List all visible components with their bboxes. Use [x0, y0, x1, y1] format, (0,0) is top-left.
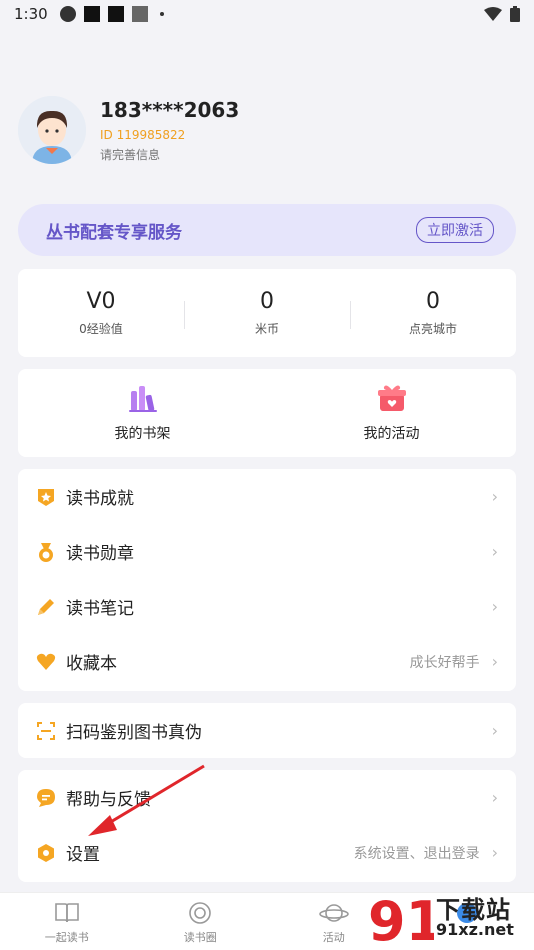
menu-list-scan: 扫码鉴别图书真伪 ›: [18, 703, 516, 758]
menu-label: 读书成就: [66, 489, 134, 509]
menu-item-favorites[interactable]: 收藏本 成长好帮手 ›: [18, 634, 516, 689]
battery-icon: [510, 6, 520, 22]
status-bar: 1:30: [0, 0, 534, 28]
nav-item-reading-circle[interactable]: 读书圈: [134, 893, 268, 950]
menu-label: 扫码鉴别图书真伪: [66, 723, 202, 743]
notification-icon: [131, 6, 148, 22]
menu-label: 设置: [66, 845, 100, 865]
stat-coins[interactable]: 0 米币: [184, 289, 350, 337]
heart-icon: [36, 652, 56, 672]
badge-icon: [36, 487, 56, 507]
nav-label: 读书圈: [183, 931, 217, 944]
stat-value: 0: [260, 289, 274, 314]
settings-icon: [36, 843, 56, 863]
gift-icon: [377, 385, 406, 411]
chevron-right-icon: ›: [491, 721, 498, 740]
user-phone: 183****2063: [100, 97, 240, 122]
svg-text:91: 91: [368, 890, 434, 948]
book-icon: [54, 903, 79, 923]
chevron-right-icon: ›: [491, 652, 498, 671]
stat-experience[interactable]: V0 0经验值: [18, 289, 184, 337]
chevron-right-icon: ›: [491, 597, 498, 616]
menu-label: 读书笔记: [66, 599, 134, 619]
menu-item-notes[interactable]: 读书笔记 ›: [18, 579, 516, 634]
menu-item-achievements[interactable]: 读书成就 ›: [18, 469, 516, 524]
menu-label: 收藏本: [66, 654, 117, 674]
nav-item-read-together[interactable]: 一起读书: [0, 893, 134, 950]
activate-button[interactable]: 立即激活: [416, 217, 494, 243]
chevron-right-icon: ›: [491, 487, 498, 506]
user-id: ID 119985822: [100, 127, 186, 142]
my-activities-button[interactable]: 我的活动: [267, 383, 516, 443]
menu-label: 读书勋章: [66, 544, 134, 564]
service-banner[interactable]: 丛书配套专享服务 立即激活: [18, 204, 516, 256]
chat-icon: [36, 788, 56, 808]
menu-item-scan[interactable]: 扫码鉴别图书真伪 ›: [18, 703, 516, 758]
menu-item-help[interactable]: 帮助与反馈 ›: [18, 770, 516, 825]
stat-cities[interactable]: 0 点亮城市: [350, 289, 516, 337]
menu-item-settings[interactable]: 设置 系统设置、退出登录 ›: [18, 825, 516, 880]
menu-list-support: 帮助与反馈 › 设置 系统设置、退出登录 ›: [18, 770, 516, 882]
chevron-right-icon: ›: [491, 843, 498, 862]
notification-icon: [83, 6, 100, 22]
stats-card: V0 0经验值 0 米币 0 点亮城市: [18, 269, 516, 357]
quick-actions-card: 我的书架 我的活动: [18, 369, 516, 457]
chevron-right-icon: ›: [491, 542, 498, 561]
watermark-logo-icon: 91: [368, 890, 443, 950]
notification-icon: [107, 6, 124, 22]
avatar[interactable]: [18, 96, 86, 164]
more-notifications-icon: [159, 12, 164, 16]
watermark: 91 下载站 91xz.net: [366, 888, 534, 950]
planet-icon: [318, 904, 349, 922]
avatar-icon: [18, 96, 86, 164]
menu-label: 帮助与反馈: [66, 790, 151, 810]
stat-label: 点亮城市: [408, 322, 457, 336]
nav-label: 一起读书: [44, 931, 89, 944]
service-title: 丛书配套专享服务: [46, 222, 182, 243]
bookshelf-icon: [128, 386, 157, 412]
menu-extra: 系统设置、退出登录: [353, 845, 480, 862]
profile-header[interactable]: 183****2063 ID 119985822 请完善信息: [18, 96, 239, 164]
quick-label: 我的书架: [114, 426, 171, 442]
complete-info-link[interactable]: 请完善信息: [100, 146, 239, 163]
stat-label: 米币: [254, 322, 279, 336]
menu-extra: 成长好帮手: [409, 654, 480, 671]
pencil-icon: [36, 597, 56, 617]
circle-icon: [189, 902, 212, 924]
scan-icon: [36, 721, 56, 741]
my-bookshelf-button[interactable]: 我的书架: [18, 383, 267, 443]
menu-list-reading: 读书成就 › 读书勋章 › 读书笔记 › 收藏本 成长好帮手 ›: [18, 469, 516, 691]
medal-icon: [36, 542, 56, 562]
wifi-icon: [484, 7, 502, 21]
stat-value: 0: [426, 289, 440, 314]
stat-label: 0经验值: [79, 322, 123, 336]
stat-value: V0: [86, 289, 116, 314]
quick-label: 我的活动: [363, 426, 420, 442]
watermark-domain: 91xz.net: [436, 920, 514, 939]
chevron-right-icon: ›: [491, 788, 498, 807]
settings-notification-icon: [59, 6, 76, 22]
menu-item-medals[interactable]: 读书勋章 ›: [18, 524, 516, 579]
status-time: 1:30: [14, 5, 48, 23]
